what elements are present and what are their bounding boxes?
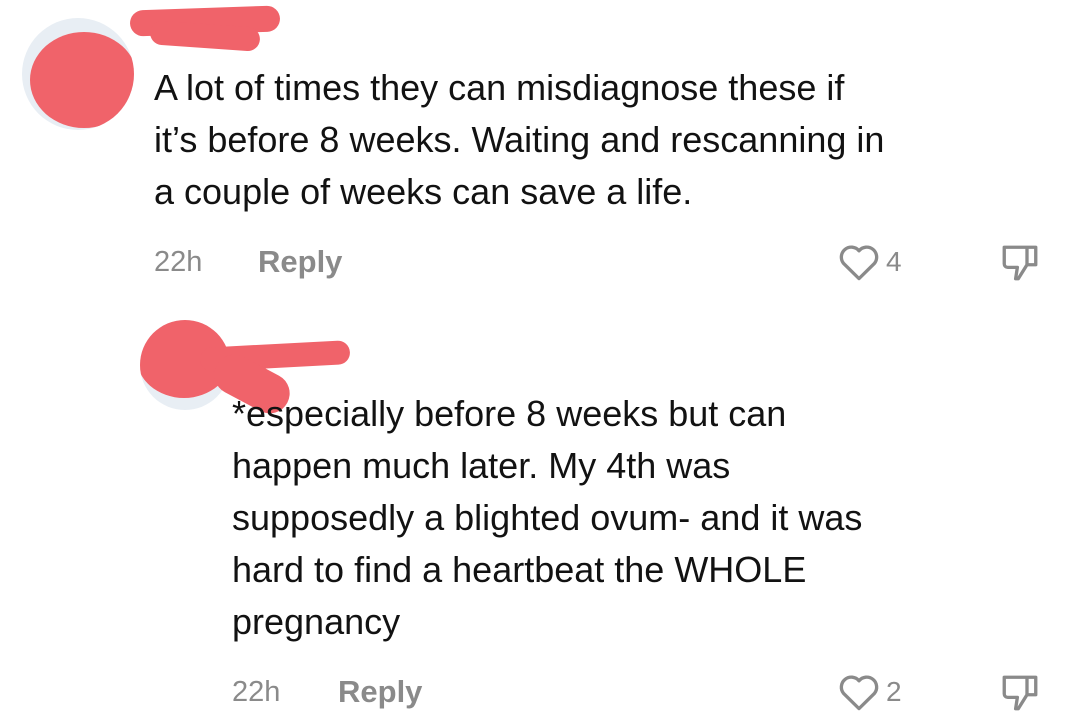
- like-count: 2: [886, 676, 902, 707]
- reply-button[interactable]: Reply: [258, 244, 342, 280]
- comment-2: *especially before 8 weeks but can happe…: [0, 300, 1080, 727]
- reply-button[interactable]: Reply: [338, 674, 422, 710]
- like-count: 4: [886, 246, 902, 277]
- comment-text: A lot of times they can misdiagnose thes…: [154, 67, 885, 212]
- like-button[interactable]: 4: [838, 242, 902, 282]
- avatar-redaction: [30, 32, 134, 128]
- avatar[interactable]: [22, 18, 134, 130]
- comment-text: *especially before 8 weeks but can happe…: [232, 393, 863, 642]
- dislike-button[interactable]: [998, 672, 1042, 714]
- like-button[interactable]: 2: [838, 672, 902, 712]
- comment-timestamp: 22h: [154, 246, 203, 278]
- dislike-button[interactable]: [998, 242, 1042, 284]
- heart-outline-icon: [838, 672, 880, 712]
- thumbs-down-outline-icon: [998, 672, 1042, 714]
- comment-1: A lot of times they can misdiagnose thes…: [0, 0, 1080, 300]
- comment-timestamp: 22h: [232, 676, 281, 708]
- heart-outline-icon: [838, 242, 880, 282]
- thumbs-down-outline-icon: [998, 242, 1042, 284]
